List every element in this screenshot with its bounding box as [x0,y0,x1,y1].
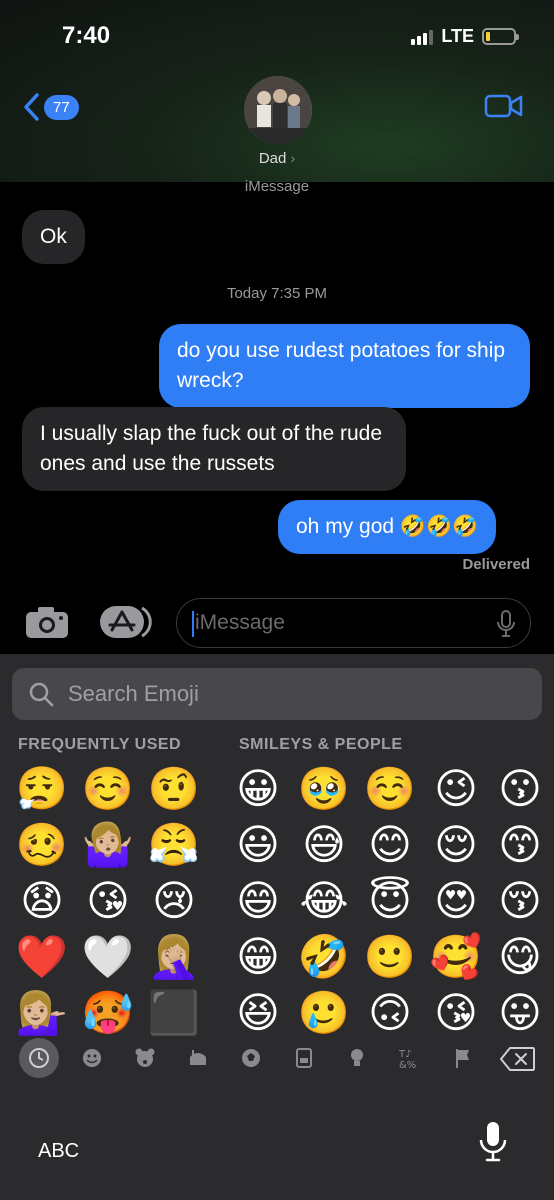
contact-name[interactable]: Dad › [0,150,554,167]
emoji-key[interactable]: 😂 [297,874,351,928]
emoji-key[interactable]: 😍 [429,874,483,928]
avatar-photo [244,76,312,144]
message-input[interactable]: iMessage [176,598,531,648]
animals-category-icon[interactable] [125,1038,165,1078]
emoji-key[interactable]: 🤣 [297,930,351,984]
objects-category-icon[interactable] [337,1038,377,1078]
emoji-key[interactable]: 😆 [231,986,285,1040]
emoji-key[interactable]: 😗 [493,762,547,816]
emoji-key[interactable]: 😘 [81,874,135,928]
emoji-search-input[interactable]: Search Emoji [12,668,542,720]
message-sent[interactable]: do you use rudest potatoes for ship wrec… [159,324,530,408]
smileys-label: SMILEYS & PEOPLE [239,736,403,753]
emoji-key[interactable]: 😊 [363,818,417,872]
chevron-left-icon [24,93,39,121]
camera-button[interactable] [24,604,70,645]
message-input-placeholder: iMessage [195,611,285,634]
svg-text:T♪: T♪ [398,1049,412,1060]
emoji-key[interactable]: 🤨 [147,762,201,816]
activity-category-icon[interactable] [231,1038,271,1078]
emoji-key[interactable]: 😉 [429,762,483,816]
emoji-key[interactable]: 😌 [429,818,483,872]
app-store-icon [100,606,152,638]
avatar[interactable] [244,76,312,144]
chevron-right-icon: › [290,150,296,166]
emoji-key[interactable]: 😧 [15,874,69,928]
status-indicators: LTE [411,26,519,47]
emoji-search-placeholder: Search Emoji [68,681,199,706]
emoji-key[interactable]: 😋 [493,930,547,984]
emoji-key[interactable]: ❤️ [15,930,69,984]
dictation-button[interactable] [478,1120,508,1169]
signal-icon [411,29,434,45]
food-category-icon[interactable] [178,1038,218,1078]
emoji-key[interactable]: 😙 [493,818,547,872]
message-sent[interactable]: oh my god 🤣🤣🤣 [278,500,497,554]
emoji-key[interactable]: ☺️ [363,762,417,816]
battery-icon [482,28,519,45]
smileys-category-icon[interactable] [72,1038,112,1078]
svg-text:&%: &% [399,1060,416,1070]
delete-key[interactable] [500,1046,536,1077]
symbols-category-icon[interactable]: T♪ &% [390,1038,430,1078]
emoji-key[interactable]: 😁 [231,930,285,984]
emoji-key[interactable]: 🤷🏼‍♀️ [81,818,135,872]
network-label: LTE [441,26,474,46]
status-time: 7:40 [62,22,111,49]
microphone-icon[interactable] [496,609,516,639]
emoji-key[interactable]: 🥹 [297,762,351,816]
emoji-key[interactable]: 🙂 [363,930,417,984]
microphone-icon [479,1122,507,1162]
travel-category-icon[interactable] [284,1038,324,1078]
emoji-key[interactable]: 😘 [429,986,483,1040]
text-caret [192,611,194,637]
app-store-button[interactable] [98,604,154,645]
emoji-key[interactable]: 😢 [147,874,201,928]
emoji-key[interactable]: 🤦🏼‍♀️ [147,930,201,984]
unread-badge: 77 [44,94,79,120]
emoji-key[interactable]: ☺️ [81,762,135,816]
delivered-status: Delivered [462,556,530,573]
emoji-key[interactable]: 🤍 [81,930,135,984]
emoji-key[interactable]: 😮‍💨 [15,762,69,816]
emoji-key[interactable]: 🙃 [363,986,417,1040]
recent-category-icon[interactable] [19,1038,59,1078]
emoji-key[interactable]: 😄 [231,874,285,928]
service-label: iMessage [244,178,310,195]
message-received[interactable]: I usually slap the fuck out of the rude … [22,407,406,491]
message-received[interactable]: Ok [22,210,85,264]
emoji-key[interactable]: 😃 [231,818,285,872]
emoji-key[interactable]: 🥲 [297,986,351,1040]
emoji-category-bar: T♪ &% [0,1038,554,1078]
search-icon [29,682,54,707]
message-timestamp: Today 7:35 PM [226,285,328,302]
backspace-icon [500,1047,535,1071]
compose-bar: iMessage [0,598,554,652]
emoji-key[interactable]: 🥴 [15,818,69,872]
emoji-key[interactable]: 🥵 [81,986,135,1040]
emoji-key[interactable]: ⬛ [147,986,201,1040]
emoji-key[interactable]: 😛 [493,986,547,1040]
video-camera-icon [484,94,523,118]
emoji-key[interactable]: 😇 [363,874,417,928]
emoji-key[interactable]: 😅 [297,818,351,872]
emoji-key[interactable]: 😤 [147,818,201,872]
abc-keyboard-switch[interactable]: ABC [38,1140,79,1163]
emoji-key[interactable]: 😚 [493,874,547,928]
emoji-key[interactable]: 😀 [231,762,285,816]
emoji-keyboard: Search Emoji FREQUENTLY USED SMILEYS & P… [0,654,554,1200]
flags-category-icon[interactable] [443,1038,483,1078]
camera-icon [26,607,68,638]
back-button[interactable]: 77 [22,92,79,122]
facetime-button[interactable] [484,92,524,125]
conversation-header: 7:40 LTE 77 Dad › [0,0,554,182]
emoji-key[interactable]: 🥰 [429,930,483,984]
frequently-used-label: FREQUENTLY USED [18,736,182,753]
emoji-key[interactable]: 💁🏼‍♀️ [15,986,69,1040]
